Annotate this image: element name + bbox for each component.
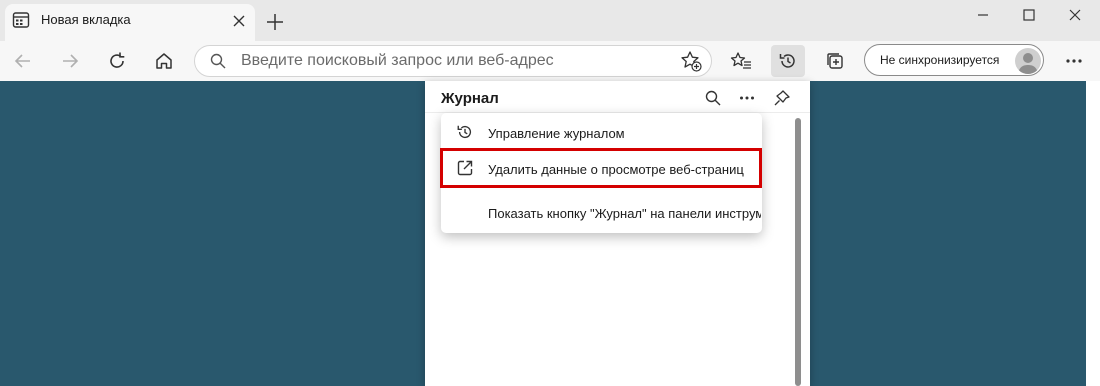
favorites-icon <box>730 52 751 69</box>
user-avatar-icon <box>1018 53 1038 74</box>
tab-close-button[interactable] <box>228 10 250 32</box>
search-icon <box>705 90 721 106</box>
more-dots-icon <box>1066 59 1082 63</box>
settings-more-button[interactable] <box>1057 45 1091 77</box>
refresh-button[interactable] <box>100 45 134 77</box>
menu-item-manage-history[interactable]: Управление журналом <box>488 126 625 141</box>
page-edge <box>1086 81 1100 386</box>
menu-item-show-history-button[interactable]: Показать кнопку "Журнал" на панели инстр… <box>488 206 761 221</box>
favorites-button[interactable] <box>724 45 758 77</box>
minimize-icon <box>978 14 988 16</box>
address-placeholder[interactable]: Введите поисковый запрос или веб-адрес <box>241 52 554 70</box>
search-icon <box>210 53 226 69</box>
forward-button[interactable] <box>53 45 87 77</box>
minimize-button[interactable] <box>960 0 1006 30</box>
collections-button[interactable] <box>818 45 852 77</box>
more-dots-icon <box>740 96 754 100</box>
history-pin-button[interactable] <box>770 86 794 110</box>
refresh-icon <box>110 52 125 68</box>
back-button[interactable] <box>6 45 40 77</box>
star-add-icon <box>681 51 702 72</box>
home-icon <box>156 53 172 69</box>
tab-title: Новая вкладка <box>41 12 131 27</box>
collections-icon <box>827 53 843 69</box>
new-tab-button[interactable] <box>264 11 286 33</box>
forward-arrow-icon <box>63 54 79 68</box>
sync-status-label: Не синхронизируется <box>880 53 1000 67</box>
history-icon <box>779 54 795 68</box>
maximize-icon <box>1023 9 1035 21</box>
history-button[interactable] <box>771 45 805 77</box>
history-more-button[interactable] <box>735 86 759 110</box>
home-button[interactable] <box>147 45 181 77</box>
history-scrollbar[interactable] <box>795 118 801 386</box>
maximize-button[interactable] <box>1006 0 1052 30</box>
new-tab-page-icon <box>12 11 30 29</box>
history-panel-title: Журнал <box>441 90 499 107</box>
back-arrow-icon <box>14 54 30 68</box>
add-favorite-button[interactable] <box>676 48 706 74</box>
window-close-button[interactable] <box>1052 0 1098 30</box>
history-icon <box>456 123 474 141</box>
close-icon <box>1069 9 1081 21</box>
history-search-button[interactable] <box>701 86 725 110</box>
pin-icon <box>774 90 790 106</box>
avatar <box>1015 48 1041 74</box>
highlight-box <box>440 148 762 188</box>
